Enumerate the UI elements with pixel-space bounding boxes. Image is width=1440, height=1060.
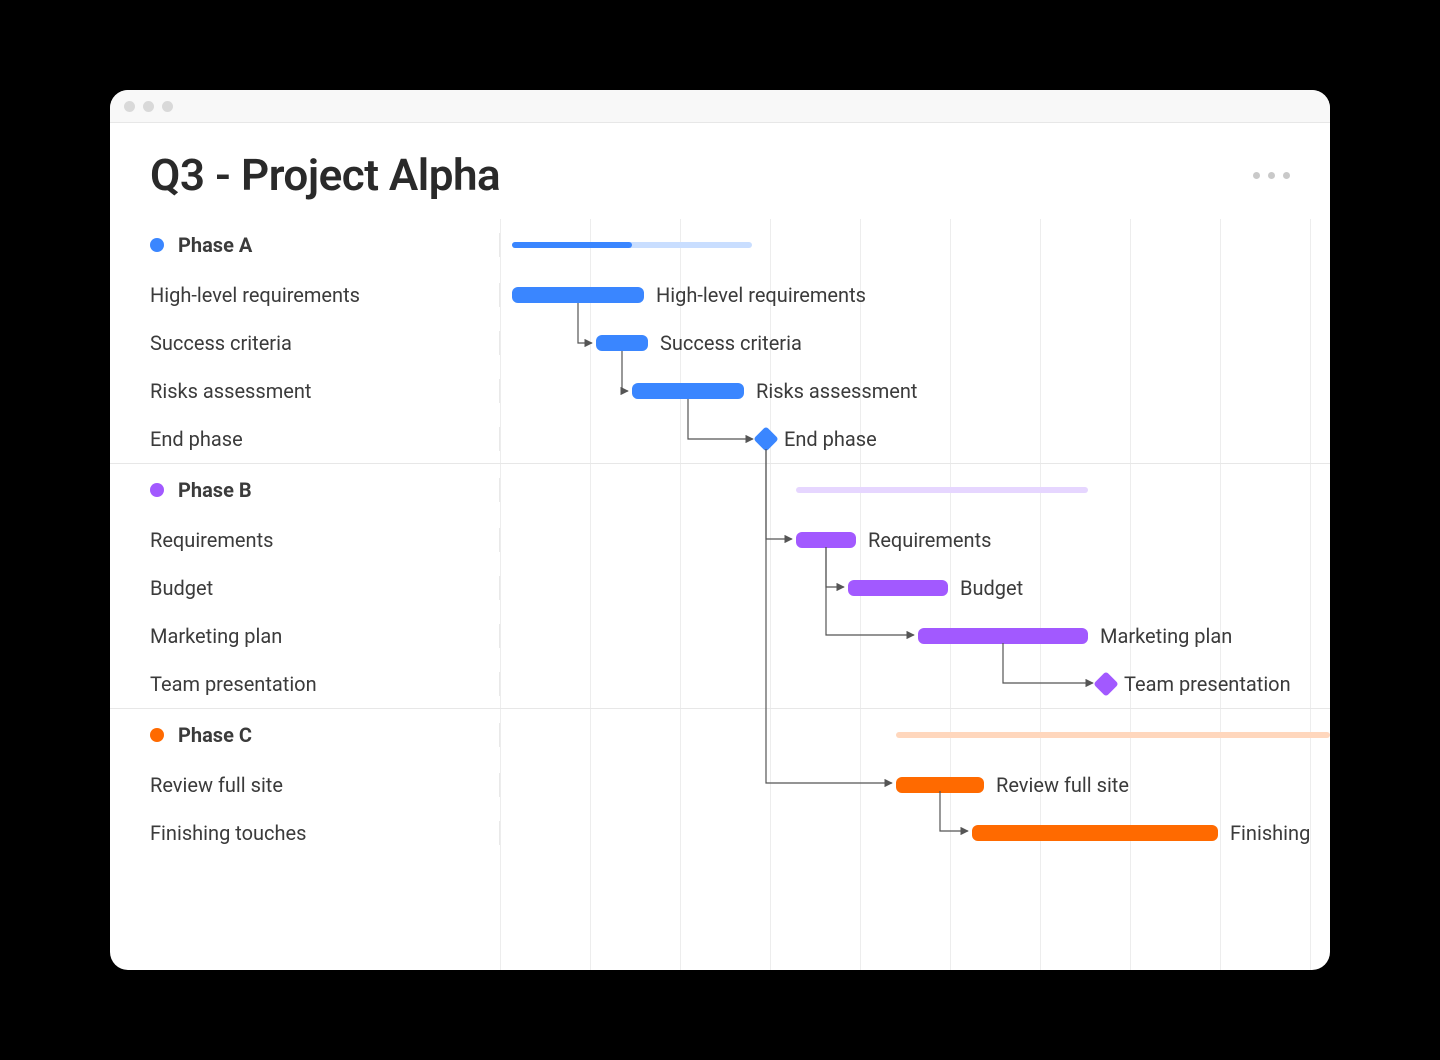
milestone-diamond[interactable] [1093,671,1118,696]
phase-summary-bar [796,487,1088,493]
task-row[interactable]: Finishing touches Finishing [110,809,1330,857]
task-row[interactable]: Review full site Review full site [110,761,1330,809]
header: Q3 - Project Alpha [110,123,1330,219]
phase-progress-bar [512,242,632,248]
task-label: High-level requirements [150,283,360,307]
task-label: End phase [150,427,243,451]
task-label: Team presentation [150,672,317,696]
phase-header-C: Phase C [110,708,1330,761]
phase-dot-icon [150,238,164,252]
app-window: Q3 - Project Alpha Phase A High-level re… [110,90,1330,970]
gantt-chart: Phase A High-level requirements High-lev… [110,219,1330,970]
phase-header-B: Phase B [110,463,1330,516]
task-bar-label: Marketing plan [1100,624,1232,648]
task-row[interactable]: High-level requirements High-level requi… [110,271,1330,319]
task-bar-label: Requirements [868,528,991,552]
task-row[interactable]: Budget Budget [110,564,1330,612]
task-row[interactable]: Risks assessment Risks assessment [110,367,1330,415]
task-bar-label: Review full site [996,773,1129,797]
task-label: Marketing plan [150,624,282,648]
task-label: Review full site [150,773,283,797]
task-row[interactable]: Team presentation Team presentation [110,660,1330,708]
task-label: Risks assessment [150,379,311,403]
window-dot [124,101,135,112]
task-bar-label: Finishing [1230,821,1310,845]
task-bar[interactable] [632,383,744,399]
task-bar[interactable] [918,628,1088,644]
task-bar-label: Risks assessment [756,379,917,403]
task-row[interactable]: Success criteria Success criteria [110,319,1330,367]
task-row[interactable]: Marketing plan Marketing plan [110,612,1330,660]
phase-label: Phase B [178,478,252,502]
phase-header-A: Phase A [110,219,1330,271]
task-bar-label: Team presentation [1124,672,1291,696]
window-dot [162,101,173,112]
milestone-diamond[interactable] [753,426,778,451]
phase-label: Phase A [178,233,252,257]
task-bar[interactable] [596,335,648,351]
task-label: Finishing touches [150,821,306,845]
task-label: Requirements [150,528,273,552]
task-bar[interactable] [796,532,856,548]
task-bar[interactable] [896,777,984,793]
phase-summary-bar [896,732,1330,738]
page-title: Q3 - Project Alpha [150,149,500,201]
task-label: Success criteria [150,331,292,355]
phase-dot-icon [150,728,164,742]
task-bar[interactable] [512,287,644,303]
task-bar[interactable] [972,825,1218,841]
task-bar-label: High-level requirements [656,283,866,307]
task-bar[interactable] [848,580,948,596]
phase-dot-icon [150,483,164,497]
phase-label: Phase C [178,723,252,747]
window-titlebar [110,90,1330,123]
window-dot [143,101,154,112]
task-bar-label: Success criteria [660,331,802,355]
task-bar-label: Budget [960,576,1023,600]
gantt-rows: Phase A High-level requirements High-lev… [110,219,1330,970]
task-row[interactable]: Requirements Requirements [110,516,1330,564]
task-label: Budget [150,576,213,600]
content-area: Q3 - Project Alpha Phase A High-level re… [110,123,1330,970]
task-row[interactable]: End phase End phase [110,415,1330,463]
task-bar-label: End phase [784,427,877,451]
more-menu-button[interactable] [1253,172,1290,179]
